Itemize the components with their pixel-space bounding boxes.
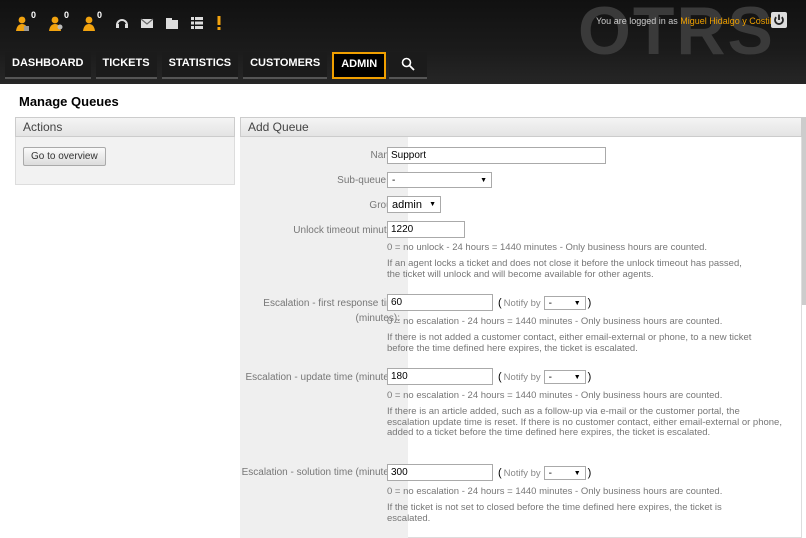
queue-view-icon[interactable] [190,16,204,34]
email-ticket-icon[interactable] [140,16,154,34]
logged-in-info: You are logged in as Miguel Hidalgo y Co… [596,16,779,26]
responsible-tickets-icon[interactable]: 0 [82,10,104,34]
page-title: Manage Queues [19,94,119,109]
otrs-logo: OTRS [578,0,775,69]
solution-notify-select[interactable]: - ▼ [543,466,586,480]
nav-customers[interactable]: CUSTOMERS [243,51,328,79]
update-notify-select[interactable]: - ▼ [543,370,586,384]
name-input[interactable] [387,147,606,164]
escalation-update-label: Escalation - update time (minutes): [245,372,400,383]
add-queue-panel: Add Queue Name: Sub-queue of: - ▼ Group:… [240,117,802,538]
phone-ticket-icon[interactable] [115,16,129,34]
escalation-first-response-label: Escalation - first response time (minute… [263,298,400,324]
first-response-notify-select[interactable]: - ▼ [543,296,586,310]
toolbar-icons: 0 0 0 [16,10,240,36]
escalation-update-description: If there is an article added, such as a … [387,406,782,438]
subqueue-select[interactable]: - ▼ [387,172,492,188]
unlock-timeout-input[interactable] [387,221,465,238]
chevron-down-icon: ▼ [573,469,581,477]
escalation-first-response-input[interactable] [387,294,493,311]
group-select[interactable]: admin ▼ [387,196,441,213]
escalation-update-input[interactable] [387,368,493,385]
chevron-down-icon: ▼ [429,201,436,208]
header-bar: OTRS 0 0 0 You are logged in as Miguel H… [0,0,806,84]
unlock-timeout-label: Unlock timeout minutes: [293,225,400,236]
unlock-timeout-description: If an agent locks a ticket and does not … [387,258,742,280]
nav-admin[interactable]: ADMIN [332,51,387,79]
escalation-first-response-description: If there is not added a customer contact… [387,332,752,354]
actions-sidebar: Actions Go to overview [15,117,235,185]
actions-header: Actions [15,117,235,137]
escalation-icon[interactable] [215,16,229,34]
add-queue-header: Add Queue [240,117,802,137]
add-queue-form: Name: Sub-queue of: - ▼ Group: admin ▼ U… [240,137,802,538]
watched-tickets-icon[interactable]: 0 [49,10,71,34]
unlock-timeout-hint: 0 = no unlock - 24 hours = 1440 minutes … [387,242,708,253]
logout-icon[interactable] [771,12,787,28]
escalation-solution-hint: 0 = no escalation - 24 hours = 1440 minu… [387,486,723,497]
nav-dashboard[interactable]: DASHBOARD [5,51,91,79]
locked-tickets-icon[interactable]: 0 [16,10,38,34]
chevron-down-icon: ▼ [573,299,581,307]
nav-statistics[interactable]: STATISTICS [161,51,239,79]
page-scrollbar[interactable] [802,117,806,305]
escalation-update-hint: 0 = no escalation - 24 hours = 1440 minu… [387,390,723,401]
chevron-down-icon: ▼ [480,176,487,184]
first-response-notify: ( Notify by - ▼ ) [498,296,592,310]
escalation-first-response-hint: 0 = no escalation - 24 hours = 1440 minu… [387,316,723,327]
escalation-solution-input[interactable] [387,464,493,481]
main-navigation: DASHBOARD TICKETS STATISTICS CUSTOMERS A… [0,50,428,80]
escalation-solution-label: Escalation - solution time (minutes): [241,467,400,478]
go-to-overview-button[interactable]: Go to overview [23,147,106,166]
nav-tickets[interactable]: TICKETS [95,51,157,79]
name-label: Name: [370,150,400,161]
process-ticket-icon[interactable] [165,16,179,34]
update-notify: ( Notify by - ▼ ) [498,370,592,384]
search-icon[interactable] [389,51,428,79]
solution-notify: ( Notify by - ▼ ) [498,466,592,480]
user-name-link[interactable]: Miguel Hidalgo y Costilla [680,16,779,26]
chevron-down-icon: ▼ [573,373,581,381]
actions-content: Go to overview [15,137,235,185]
group-label: Group: [369,200,400,211]
subqueue-label: Sub-queue of: [337,175,400,186]
escalation-solution-description: If the ticket is not set to closed befor… [387,502,722,524]
